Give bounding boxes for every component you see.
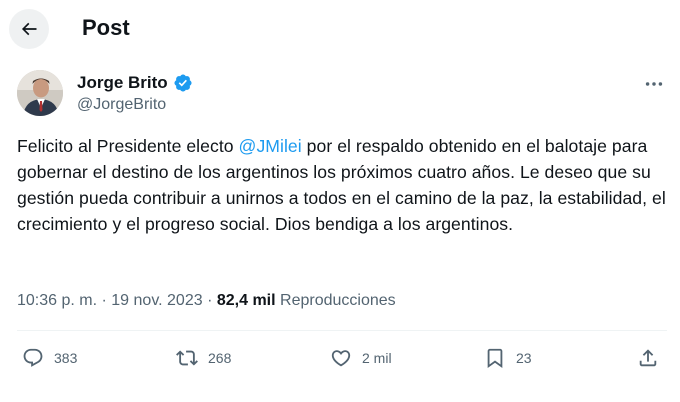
tweet-meta: 10:36 p. m. · 19 nov. 2023 · 82,4 mil Re… [17,290,396,312]
page-title: Post [82,15,130,40]
author-name-row: Jorge Brito [77,72,193,94]
arrow-left-icon [21,22,37,36]
mention-link[interactable]: @JMilei [239,136,302,156]
more-options-button[interactable] [640,70,668,98]
repost-icon [176,350,198,366]
author-name[interactable]: Jorge Brito [77,73,168,93]
bookmark-icon [487,348,503,369]
header: Post [0,0,680,56]
repost-count: 268 [208,350,232,366]
divider [17,330,667,331]
heart-icon [331,350,351,367]
avatar-image [17,70,63,116]
bookmark-button[interactable]: 23 [484,346,532,370]
verified-badge-icon [174,74,192,92]
back-button[interactable] [9,9,49,49]
share-button[interactable] [637,346,659,370]
like-button[interactable]: 2 mil [330,346,392,370]
meta-separator-2: · [207,292,213,309]
more-dots-icon [645,82,663,86]
repost-button[interactable]: 268 [176,346,231,370]
tweet-text-before: Felicito al Presidente electo [17,136,239,156]
reply-button[interactable]: 383 [22,346,77,370]
post-page: Post Jorge Brito @JorgeBrito Felicito al [0,0,680,402]
avatar[interactable] [17,70,63,116]
views-count: 82,4 mil [216,292,276,309]
bookmark-count: 23 [516,350,532,366]
share-icon [639,349,657,367]
tweet-date[interactable]: 19 nov. 2023 [111,292,202,309]
tweet-text: Felicito al Presidente electo @JMilei po… [17,133,667,237]
author-handle[interactable]: @JorgeBrito [77,96,166,114]
reply-icon [23,348,43,367]
reply-count: 383 [54,350,78,366]
views-label: Reproducciones [280,292,396,309]
like-count: 2 mil [362,350,392,366]
tweet-time[interactable]: 10:36 p. m. [17,292,97,309]
meta-separator: · [101,292,107,309]
